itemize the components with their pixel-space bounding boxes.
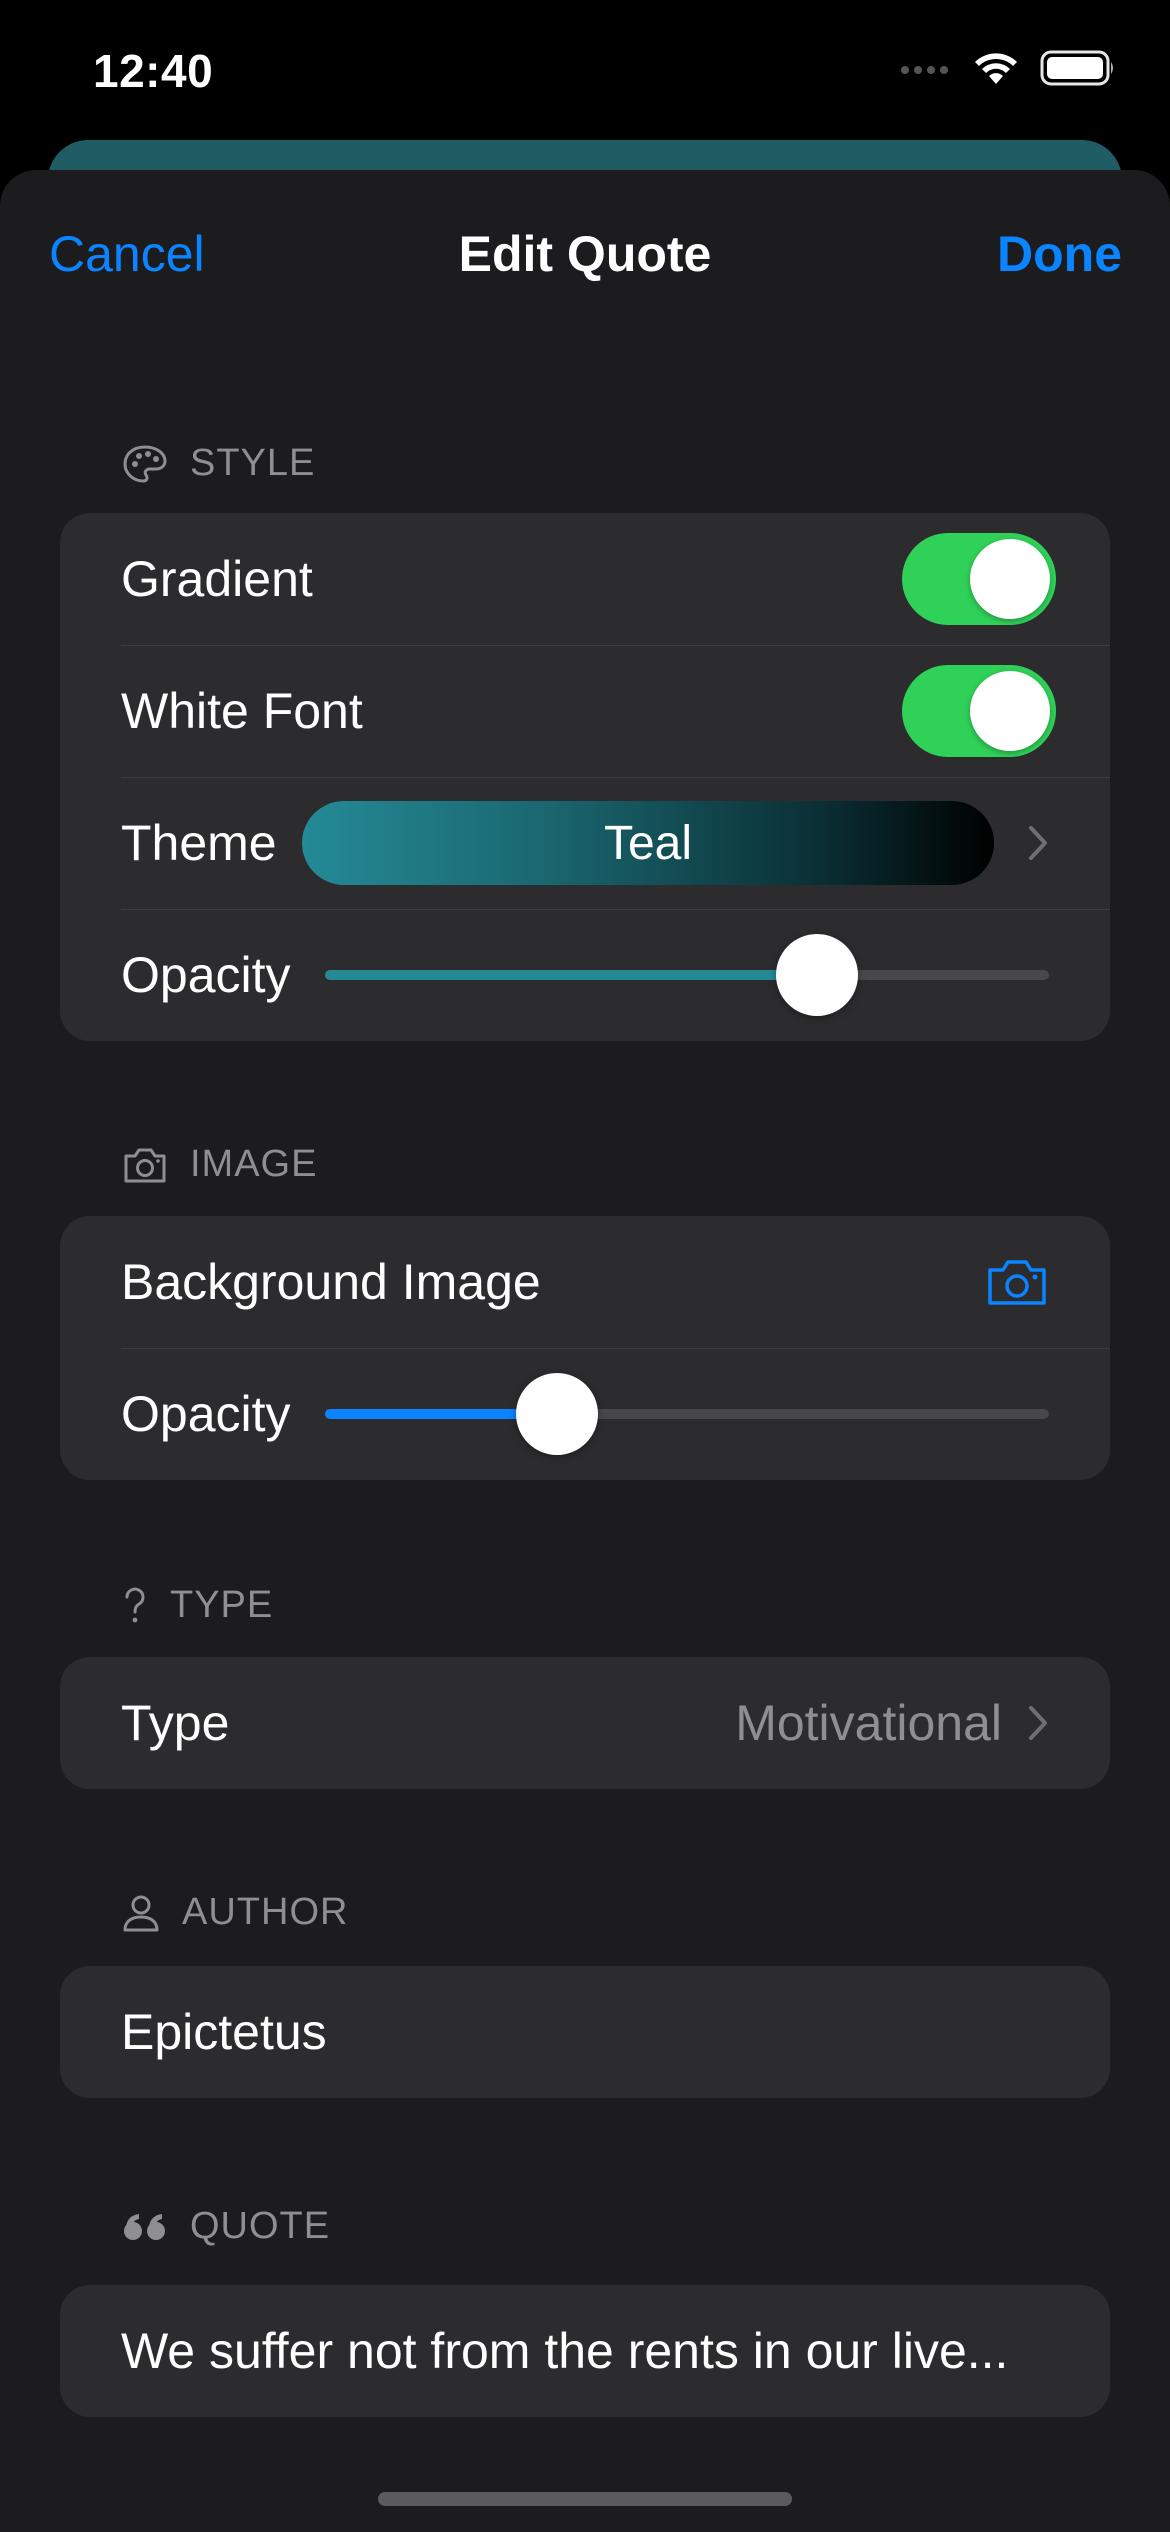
gradient-row: Gradient (60, 513, 1110, 645)
author-group: Epictetus (60, 1966, 1110, 2098)
author-field[interactable]: Epictetus (121, 2003, 327, 2061)
slider-thumb[interactable] (776, 934, 859, 1016)
white-font-row: White Font (60, 645, 1110, 777)
style-opacity-label: Opacity (121, 947, 291, 1003)
type-value: Motivational (735, 1695, 1002, 1751)
palette-icon (122, 444, 168, 484)
slider-thumb[interactable] (515, 1373, 598, 1455)
image-opacity-row: Opacity (60, 1348, 1110, 1480)
status-bar: 12:40 (0, 0, 1170, 150)
white-font-label: White Font (121, 683, 363, 739)
quote-field[interactable]: We suffer not from the rents in our live… (121, 2322, 1008, 2380)
style-section-title: STYLE (190, 442, 316, 484)
status-icons (900, 50, 1116, 86)
author-section-title: AUTHOR (182, 1891, 349, 1933)
type-section-title: TYPE (170, 1584, 274, 1626)
slider-fill (325, 970, 818, 980)
image-section-title: IMAGE (190, 1143, 318, 1185)
image-section-header: IMAGE (122, 1143, 317, 1186)
gradient-toggle[interactable] (902, 533, 1056, 625)
background-image-label: Background Image (121, 1254, 541, 1310)
type-group: Type Motivational (60, 1657, 1110, 1789)
author-section-header: AUTHOR (122, 1891, 348, 1934)
toggle-knob (970, 539, 1050, 619)
camera-icon (122, 1146, 168, 1184)
author-row[interactable]: Epictetus (60, 1966, 1110, 2098)
style-opacity-slider[interactable] (325, 934, 1049, 1016)
battery-icon (1040, 50, 1113, 86)
white-font-toggle[interactable] (902, 665, 1056, 757)
toggle-knob (970, 671, 1050, 751)
quote-section-title: QUOTE (190, 2205, 331, 2247)
wifi-icon (975, 53, 1017, 84)
background-image-row: Background Image (60, 1216, 1110, 1348)
status-time: 12:40 (93, 45, 214, 97)
style-opacity-row: Opacity (60, 909, 1110, 1041)
image-opacity-label: Opacity (121, 1386, 291, 1442)
chevron-right-icon (1026, 823, 1056, 863)
gradient-label: Gradient (121, 551, 313, 607)
cellular-signal-icon (901, 66, 948, 74)
theme-row[interactable]: Theme Teal (60, 777, 1110, 909)
style-group: Gradient White Font Theme Teal Opacity (60, 513, 1110, 1041)
home-indicator (378, 2492, 792, 2506)
person-icon (122, 1893, 160, 1933)
theme-label: Theme (121, 815, 277, 871)
quote-section-header: QUOTE (122, 2205, 330, 2248)
question-mark-icon (122, 1586, 148, 1626)
quote-group: We suffer not from the rents in our live… (60, 2285, 1110, 2417)
style-section-header: STYLE (122, 442, 315, 485)
quote-row[interactable]: We suffer not from the rents in our live… (60, 2285, 1110, 2417)
type-section-header: TYPE (122, 1584, 273, 1627)
type-row[interactable]: Type Motivational (60, 1657, 1110, 1789)
camera-icon[interactable] (986, 1257, 1048, 1307)
cancel-button[interactable]: Cancel (49, 225, 205, 283)
chevron-right-icon (1026, 1703, 1056, 1743)
quote-icon (122, 2211, 168, 2243)
type-label: Type (121, 1695, 230, 1751)
image-opacity-slider[interactable] (325, 1373, 1049, 1455)
theme-preview[interactable]: Teal (302, 801, 994, 885)
image-group: Background Image Opacity (60, 1216, 1110, 1480)
done-button[interactable]: Done (997, 225, 1122, 283)
